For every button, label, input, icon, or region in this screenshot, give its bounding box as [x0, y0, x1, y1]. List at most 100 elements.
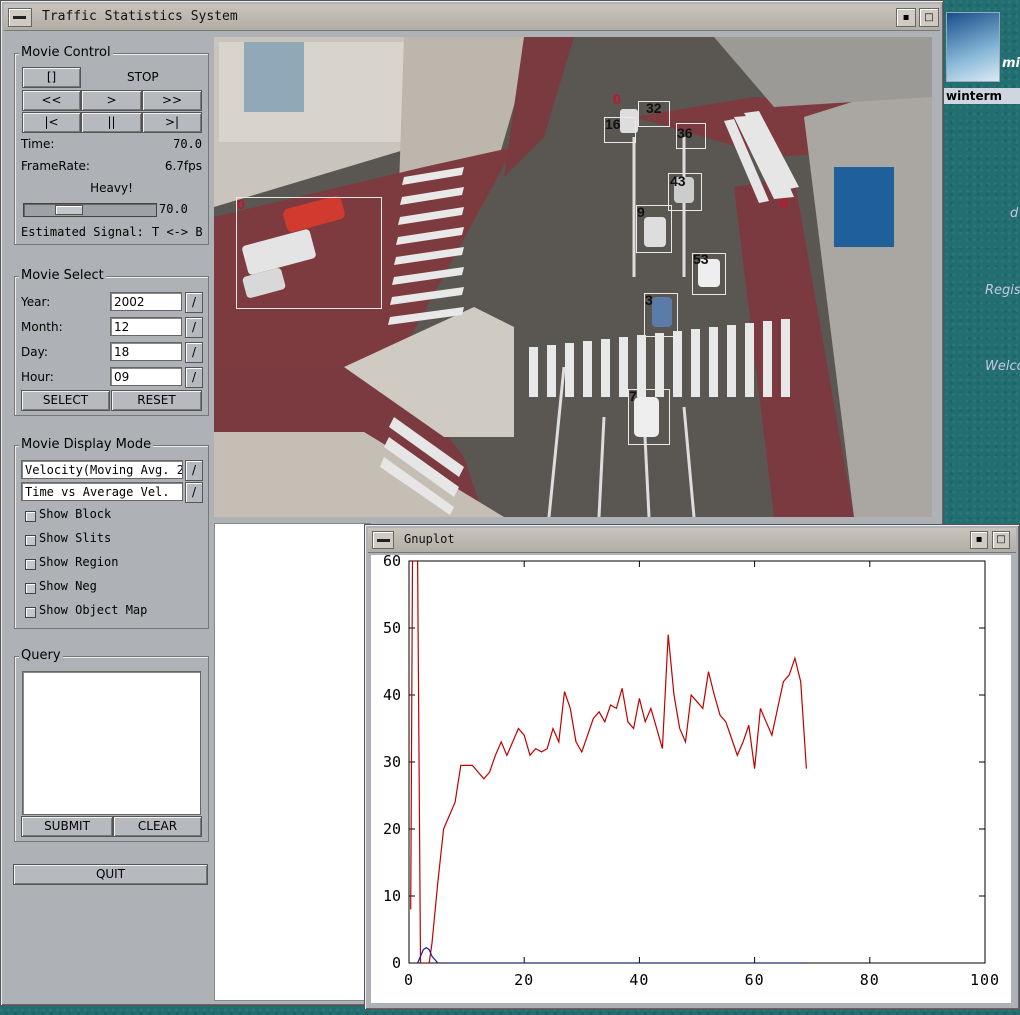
- y-tick-label: 20: [383, 820, 401, 838]
- month-picker-button[interactable]: /: [185, 317, 203, 338]
- gnuplot-minimize-button[interactable]: ▪: [970, 531, 988, 549]
- y-tick-label: 50: [383, 619, 401, 637]
- query-panel: Query SUBMIT CLEAR: [14, 648, 209, 842]
- vehicle-tag: 53: [693, 251, 709, 267]
- display-mode-picker-2[interactable]: /: [185, 482, 203, 503]
- month-field[interactable]: 12: [110, 317, 182, 336]
- vehicle-tag: 3: [645, 292, 653, 308]
- year-field[interactable]: 2002: [110, 292, 182, 311]
- show-slits-checkbox[interactable]: [25, 535, 36, 546]
- gnuplot-menu-button[interactable]: [372, 531, 394, 549]
- day-field[interactable]: 18: [110, 342, 182, 361]
- window-title: Traffic Statistics System: [42, 9, 238, 24]
- month-label: Month:: [21, 320, 63, 334]
- time-slider-thumb[interactable]: [55, 205, 83, 215]
- vehicle-tag: 9: [637, 204, 645, 220]
- series-line-blue: [417, 946, 807, 963]
- x-tick-label: 0: [404, 971, 414, 989]
- stop-glyph-button[interactable]: []: [22, 67, 81, 88]
- desktop-fragment-3: Regis: [985, 283, 1020, 298]
- plot-frame: [408, 560, 986, 964]
- query-textarea[interactable]: [22, 671, 201, 815]
- movie-control-title: Movie Control: [19, 45, 113, 60]
- day-label: Day:: [21, 345, 48, 359]
- gnuplot-title-bar[interactable]: Gnuplot ▪ □: [368, 528, 1016, 553]
- show-region-checkbox[interactable]: [25, 559, 36, 570]
- y-tick-label: 10: [383, 887, 401, 905]
- vehicle-tag: 0: [613, 91, 621, 107]
- show-neg-checkbox[interactable]: [25, 583, 36, 594]
- movie-select-title: Movie Select: [19, 268, 106, 283]
- slider-value: 70.0: [159, 202, 188, 216]
- quit-button[interactable]: QUIT: [13, 864, 208, 885]
- signal-value: T <-> B: [152, 225, 203, 239]
- winterm-desktop-icon[interactable]: [946, 12, 1000, 84]
- movie-select-panel: Movie Select Year: 2002 / Month: 12 / Da…: [14, 268, 209, 416]
- vehicle-tag: 32: [646, 100, 662, 116]
- framerate-value: 6.7fps: [164, 159, 202, 173]
- show-block-checkbox[interactable]: [25, 511, 36, 522]
- blank-display-area: [214, 523, 371, 1001]
- stop-label[interactable]: STOP: [127, 70, 159, 84]
- gnuplot-window: Gnuplot ▪ □ 0 20 40 60 80 100 0 10 20 30 40 50 60: [364, 524, 1020, 1010]
- x-tick-label: 20: [514, 971, 534, 989]
- title-bar[interactable]: Traffic Statistics System ▪ □: [4, 4, 940, 31]
- winterm-icon-label[interactable]: winterm: [944, 88, 1020, 104]
- x-tick-label: 100: [970, 971, 1000, 989]
- select-button[interactable]: SELECT: [21, 390, 110, 411]
- window-menu-button[interactable]: [8, 8, 32, 27]
- show-block-label[interactable]: Show Block: [39, 507, 111, 521]
- day-picker-button[interactable]: /: [185, 342, 203, 363]
- y-tick-label: 60: [383, 555, 401, 570]
- time-value: 70.0: [173, 137, 202, 151]
- vehicle-tag: 36: [677, 125, 693, 141]
- gnuplot-maximize-button[interactable]: □: [992, 531, 1010, 549]
- year-label: Year:: [21, 295, 51, 309]
- hour-field[interactable]: 09: [110, 367, 182, 386]
- traffic-status: Heavy!: [90, 181, 133, 195]
- minimize-button[interactable]: ▪: [896, 8, 916, 27]
- show-slits-label[interactable]: Show Slits: [39, 531, 111, 545]
- tracking-box: [236, 197, 382, 309]
- maximize-button[interactable]: □: [919, 8, 939, 27]
- rewind-button[interactable]: <<: [22, 90, 81, 111]
- submit-button[interactable]: SUBMIT: [21, 816, 113, 837]
- display-mode-picker-1[interactable]: /: [185, 460, 203, 481]
- y-tick-label: 40: [383, 686, 401, 704]
- movie-control-panel: Movie Control [] STOP << > >> |< || >| T…: [14, 45, 209, 245]
- x-tick-label: 40: [629, 971, 649, 989]
- show-object-map-checkbox[interactable]: [25, 607, 36, 618]
- play-button[interactable]: >: [81, 90, 142, 111]
- display-mode-field-2[interactable]: Time vs Average Vel.: [21, 482, 183, 501]
- traffic-video-frame[interactable]: 0 32 16 36 43 9 53 3 7 0 0: [214, 37, 932, 517]
- display-mode-field-1[interactable]: Velocity(Moving Avg. 2): [21, 460, 183, 479]
- fast-forward-button[interactable]: >>: [142, 90, 202, 111]
- hour-label: Hour:: [21, 370, 54, 384]
- vehicle-tag: 0: [237, 196, 245, 212]
- series-line-red: [410, 561, 807, 963]
- show-object-map-label[interactable]: Show Object Map: [39, 603, 147, 617]
- clear-button[interactable]: CLEAR: [113, 816, 202, 837]
- vehicle-tag: 43: [670, 173, 686, 189]
- reset-button[interactable]: RESET: [111, 390, 202, 411]
- query-title: Query: [19, 648, 63, 663]
- desktop-fragment-2: d: [1010, 206, 1019, 221]
- pause-button[interactable]: ||: [81, 112, 142, 133]
- x-tick-label: 80: [860, 971, 880, 989]
- display-mode-panel: Movie Display Mode Velocity(Moving Avg. …: [14, 437, 209, 629]
- time-label: Time:: [21, 137, 55, 151]
- velocity-plot: 0 20 40 60 80 100 0 10 20 30 40 50 60: [383, 552, 1000, 989]
- show-neg-label[interactable]: Show Neg: [39, 579, 97, 593]
- y-tick-label: 30: [383, 753, 401, 771]
- vehicle-tag: 16: [605, 116, 621, 132]
- time-slider-track[interactable]: [23, 203, 157, 217]
- step-back-button[interactable]: |<: [22, 112, 81, 133]
- hour-picker-button[interactable]: /: [185, 367, 203, 388]
- step-forward-button[interactable]: >|: [142, 112, 202, 133]
- year-picker-button[interactable]: /: [185, 292, 203, 313]
- y-tick-label: 0: [392, 954, 401, 972]
- show-region-label[interactable]: Show Region: [39, 555, 118, 569]
- desktop-fragment-4: Welco: [985, 359, 1020, 374]
- vehicle-tag: 0: [780, 195, 788, 211]
- gnuplot-canvas: 0 20 40 60 80 100 0 10 20 30 40 50 60: [371, 552, 1011, 1003]
